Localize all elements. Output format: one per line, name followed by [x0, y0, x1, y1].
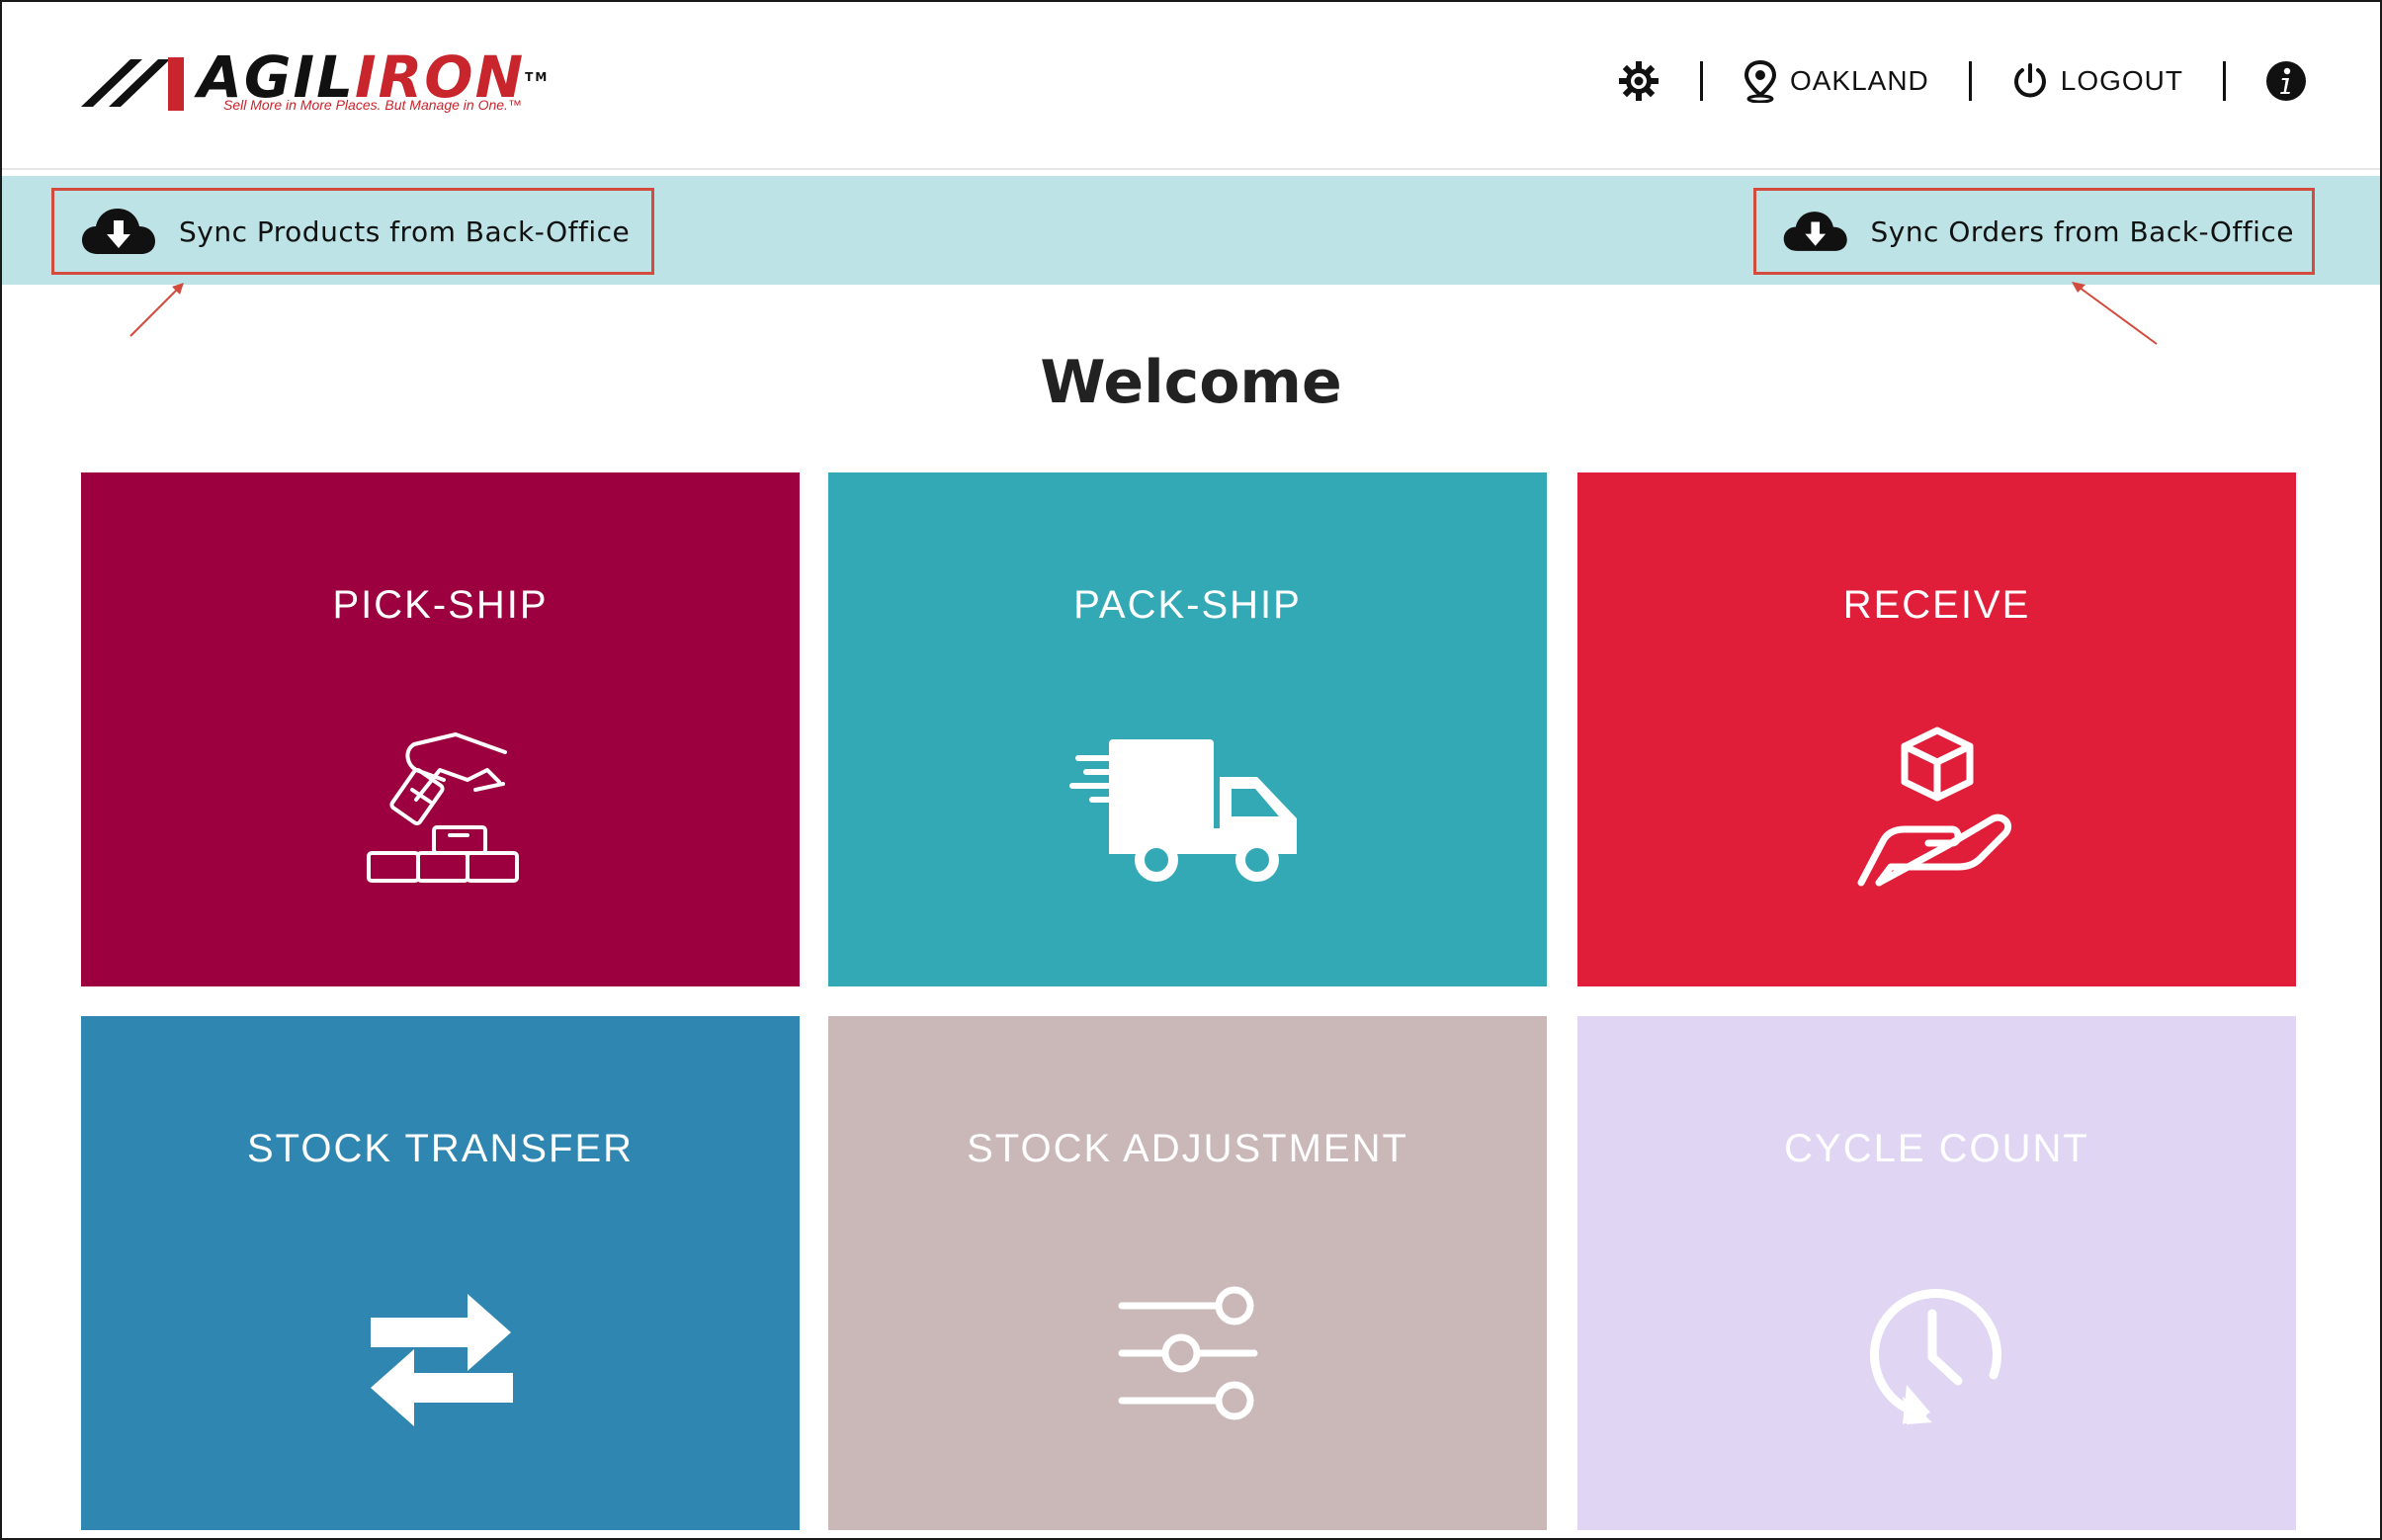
- truck-icon: [1068, 739, 1297, 882]
- sync-products-button[interactable]: Sync Products from Back-Office: [51, 188, 654, 275]
- header-divider: [1968, 61, 1972, 101]
- tile-title: PACK-SHIP: [1073, 583, 1302, 627]
- header-divider: [2223, 61, 2226, 101]
- transfer-arrows-icon: [370, 1294, 513, 1426]
- receive-tile[interactable]: RECEIVE: [1577, 472, 2296, 986]
- sync-bar: Sync Products from Back-Office Sync Orde…: [2, 176, 2380, 285]
- hand-box-icon: [1857, 727, 2011, 887]
- cycle-count-tile[interactable]: CYCLE COUNT: [1577, 1016, 2296, 1530]
- cloud-download-icon: [82, 209, 155, 254]
- pick-ship-tile[interactable]: PICK-SHIP: [81, 472, 800, 986]
- location-selector[interactable]: OAKLAND: [1743, 59, 1929, 103]
- header-actions: OAKLAND LOGOUT: [1617, 55, 2307, 107]
- annotation-arrow: [129, 283, 184, 337]
- header-divider: [1699, 61, 1703, 101]
- settings-button[interactable]: [1617, 59, 1660, 103]
- gear-icon: [1618, 61, 1659, 101]
- sliders-icon: [1118, 1286, 1257, 1420]
- logout-label: LOGOUT: [2060, 65, 2183, 96]
- power-icon: [2013, 63, 2046, 98]
- tile-title: PICK-SHIP: [332, 583, 549, 627]
- info-button[interactable]: [2265, 60, 2307, 102]
- logo-mark-icon: [81, 57, 184, 111]
- sync-orders-button[interactable]: Sync Orders from Back-Office: [1753, 188, 2315, 275]
- location-label: OAKLAND: [1789, 65, 1929, 96]
- info-icon: [2266, 61, 2306, 101]
- stock-transfer-tile[interactable]: STOCK TRANSFER: [81, 1016, 800, 1530]
- cloud-download-icon: [1783, 212, 1847, 251]
- agiliron-logo[interactable]: AGILIRONTM Sell More in More Places. But…: [81, 45, 547, 121]
- tile-title: CYCLE COUNT: [1784, 1127, 2089, 1170]
- tile-title: STOCK ADJUSTMENT: [967, 1127, 1408, 1170]
- pick-hand-icon: [366, 732, 519, 883]
- welcome-heading: Welcome: [1040, 348, 1342, 417]
- logout-button[interactable]: LOGOUT: [2011, 62, 2183, 100]
- stock-adjustment-tile[interactable]: STOCK ADJUSTMENT: [828, 1016, 1547, 1530]
- pack-ship-tile[interactable]: PACK-SHIP: [828, 472, 1547, 986]
- annotation-arrow: [2072, 282, 2158, 345]
- sync-products-label: Sync Products from Back-Office: [179, 214, 631, 248]
- sync-orders-label: Sync Orders from Back-Office: [1870, 214, 2294, 248]
- app-frame: AGILIRONTM Sell More in More Places. But…: [0, 0, 2382, 1540]
- tile-title: RECEIVE: [1842, 583, 2031, 627]
- location-pin-icon: [1744, 59, 1776, 103]
- top-header: AGILIRONTM Sell More in More Places. But…: [2, 2, 2380, 170]
- logo-tagline: Sell More in More Places. But Manage in …: [223, 97, 522, 113]
- tile-title: STOCK TRANSFER: [246, 1127, 635, 1170]
- clock-history-icon: [1869, 1288, 2001, 1424]
